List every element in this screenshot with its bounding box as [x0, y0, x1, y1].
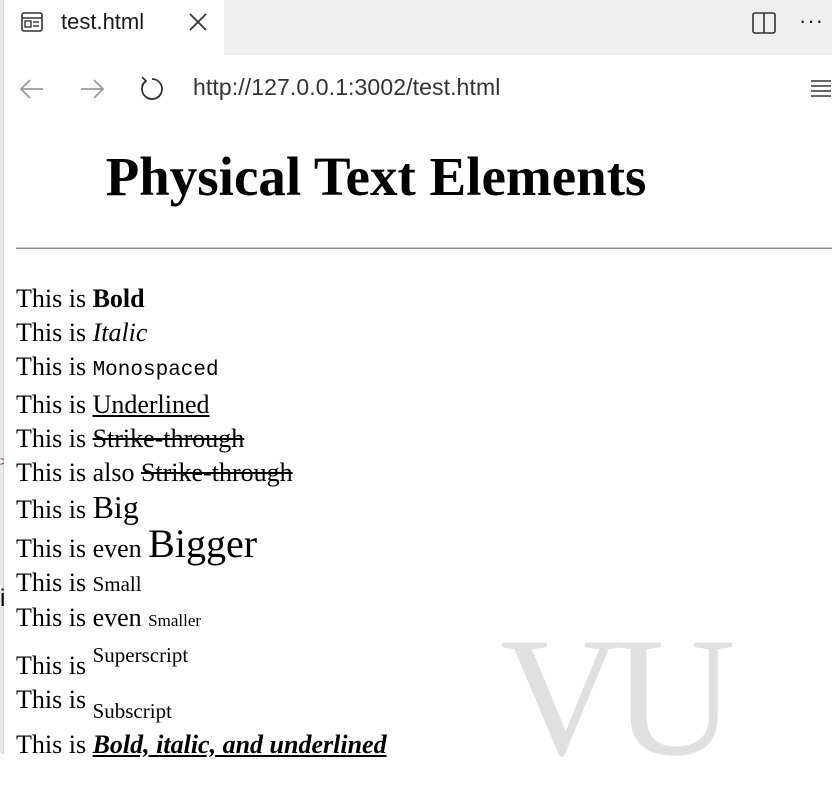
line-strike: This is Strike-through: [16, 424, 245, 453]
line-monospaced: This is Monospaced: [16, 352, 219, 382]
line-bigger: This is even Bigger: [16, 521, 258, 566]
forward-arrow-icon[interactable]: [77, 74, 107, 104]
subscript-text: Subscript: [92, 699, 172, 723]
bold-text: Bold: [92, 284, 145, 313]
tab-title: test.html: [61, 9, 145, 34]
underlined-text: Underlined: [92, 390, 210, 419]
line-subscript: This is Subscript: [16, 685, 172, 723]
bigger-text: Bigger: [148, 521, 258, 566]
page-icon: [21, 12, 43, 32]
split-screen-icon[interactable]: [752, 12, 776, 34]
monospaced-text: Monospaced: [92, 359, 219, 382]
tab-bar: test.html ···: [4, 0, 832, 55]
line-smaller: This is even Smaller: [16, 603, 202, 632]
line-bold-italic-underlined: This is Bold, italic, and underlined: [16, 730, 387, 759]
page-title: Physical Text Elements: [105, 146, 647, 207]
close-icon[interactable]: [187, 11, 209, 33]
bold-italic-underlined-text: Bold, italic, and underlined: [92, 730, 387, 759]
line-superscript: This is Superscript: [16, 643, 189, 680]
tab-test-html[interactable]: test.html: [4, 0, 224, 55]
horizontal-rule: [16, 247, 832, 249]
smaller-text: Smaller: [148, 611, 202, 630]
navigation-toolbar: http://127.0.0.1:3002/test.html: [4, 55, 832, 125]
text-lines: This is Bold This is Italic This is Mono…: [16, 282, 387, 762]
italic-text: Italic: [92, 318, 148, 347]
strike-text: Strike-through: [92, 424, 245, 453]
edge-marker-red: >: [0, 453, 4, 469]
edge-marker-black: i: [0, 585, 6, 612]
small-text: Small: [92, 572, 142, 596]
reader-menu-icon[interactable]: [809, 78, 832, 98]
superscript-text: Superscript: [92, 643, 189, 667]
refresh-icon[interactable]: [137, 74, 167, 104]
line-bold: This is Bold: [16, 284, 145, 313]
back-arrow-icon[interactable]: [17, 74, 47, 104]
line-small: This is Small: [16, 568, 142, 597]
line-underlined: This is Underlined: [16, 390, 210, 419]
page-content: Physical Text Elements This is Bold This…: [16, 125, 832, 759]
more-icon[interactable]: ···: [799, 8, 824, 34]
line-strike-also: This is also Strike-through: [16, 458, 293, 487]
address-bar-url[interactable]: http://127.0.0.1:3002/test.html: [193, 74, 500, 101]
big-text: Big: [92, 489, 139, 525]
line-italic: This is Italic: [16, 318, 148, 347]
strike-text-also: Strike-through: [140, 458, 293, 487]
